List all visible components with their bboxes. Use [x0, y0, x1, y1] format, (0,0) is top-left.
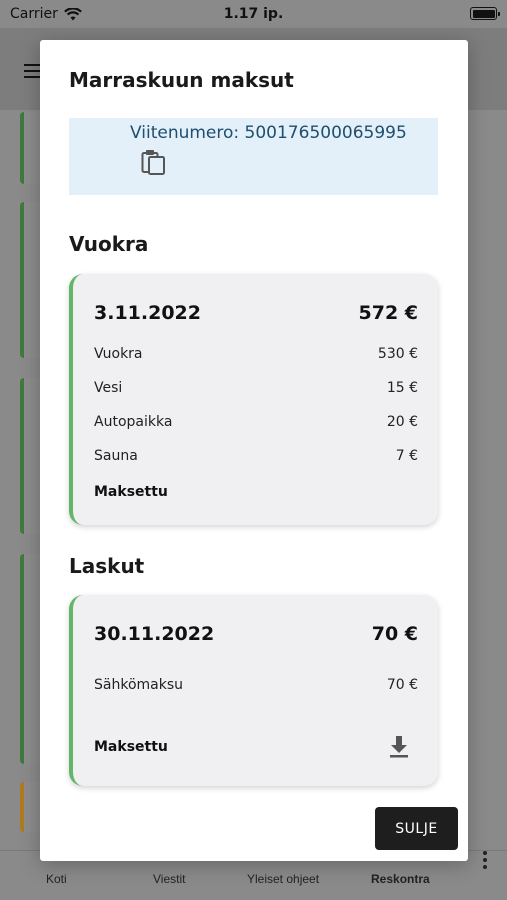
close-button[interactable]: SULJE: [375, 807, 458, 850]
rent-date: 3.11.2022: [94, 302, 201, 324]
line-item: Sähkömaksu 70 €: [94, 677, 418, 693]
line-item-amount: 530 €: [377, 346, 418, 362]
reference-number: Viitenumero: 500176500065995: [130, 123, 407, 143]
tab-yleiset-ohjeet[interactable]: Yleiset ohjeet: [247, 872, 319, 886]
clipboard-icon[interactable]: [141, 148, 167, 176]
tab-reskontra[interactable]: Reskontra: [371, 872, 430, 886]
line-item: Vesi 15 €: [94, 380, 418, 396]
invoices-section-title: Laskut: [69, 554, 145, 578]
invoice-date: 30.11.2022: [94, 623, 215, 645]
dialog-title: Marraskuun maksut: [69, 68, 294, 92]
line-item-amount: 20 €: [386, 414, 418, 430]
line-item-amount: 70 €: [386, 677, 418, 693]
rent-section-title: Vuokra: [69, 232, 149, 256]
invoice-payment-status: Maksettu: [94, 739, 168, 755]
line-item-amount: 15 €: [386, 380, 418, 396]
rent-total: 572 €: [358, 302, 419, 324]
line-item: Sauna 7 €: [94, 448, 418, 464]
line-item-amount: 7 €: [395, 448, 418, 464]
invoice-card-header: 30.11.2022 70 €: [94, 623, 418, 645]
payments-dialog: Marraskuun maksut Viitenumero: 500176500…: [40, 40, 468, 861]
status-bar: Carrier 1.17 ip.: [0, 0, 507, 28]
reference-box: Viitenumero: 500176500065995: [69, 118, 438, 195]
line-item: Autopaikka 20 €: [94, 414, 418, 430]
line-item-label: Autopaikka: [94, 414, 173, 430]
rent-card-header: 3.11.2022 572 €: [94, 302, 418, 324]
invoice-total: 70 €: [371, 623, 418, 645]
line-item-label: Sähkömaksu: [94, 677, 184, 693]
tab-viestit[interactable]: Viestit: [153, 872, 185, 886]
invoice-payment-card: 30.11.2022 70 € Sähkömaksu 70 € Maksettu: [69, 595, 438, 786]
download-icon[interactable]: [388, 735, 410, 759]
more-options-icon[interactable]: [483, 851, 487, 872]
line-item-label: Vesi: [94, 380, 123, 396]
clock: 1.17 ip.: [223, 6, 284, 22]
line-item-label: Vuokra: [94, 346, 143, 362]
rent-payment-card: 3.11.2022 572 € Vuokra 530 € Vesi 15 € A…: [69, 274, 438, 525]
line-item: Vuokra 530 €: [94, 346, 418, 362]
line-item-label: Sauna: [94, 448, 138, 464]
battery-icon: [470, 7, 500, 20]
rent-payment-status: Maksettu: [94, 484, 168, 500]
tab-koti[interactable]: Koti: [46, 872, 67, 886]
